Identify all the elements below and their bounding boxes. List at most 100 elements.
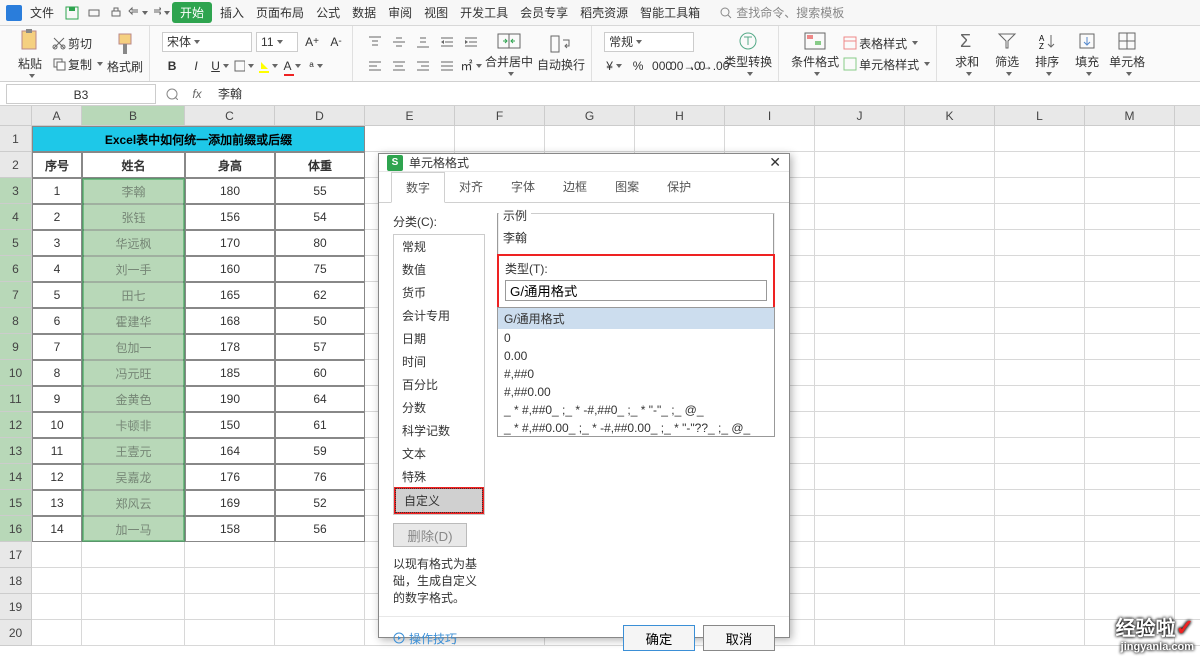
- dialog-tab-对齐[interactable]: 对齐: [445, 172, 497, 202]
- tab-start[interactable]: 开始: [172, 2, 212, 23]
- ok-button[interactable]: 确定: [623, 625, 695, 651]
- cell-M17[interactable]: [1085, 542, 1175, 568]
- dialog-tab-字体[interactable]: 字体: [497, 172, 549, 202]
- cell-J7[interactable]: [815, 282, 905, 308]
- format-option-5[interactable]: _ * #,##0_ ;_ * -#,##0_ ;_ * "-"_ ;_ @_: [498, 401, 774, 419]
- cell-C18[interactable]: [185, 568, 275, 594]
- row-header-6[interactable]: 6: [0, 256, 32, 282]
- cell-E1[interactable]: [365, 126, 455, 152]
- filter-button[interactable]: 筛选: [989, 31, 1025, 76]
- cell-C20[interactable]: [185, 620, 275, 646]
- cell-K1[interactable]: [905, 126, 995, 152]
- row-header-7[interactable]: 7: [0, 282, 32, 308]
- cell-N18[interactable]: [1175, 568, 1200, 594]
- cell-A13[interactable]: 11: [32, 438, 82, 464]
- fill-color-icon[interactable]: [258, 56, 278, 76]
- cell-K3[interactable]: [905, 178, 995, 204]
- cell-J19[interactable]: [815, 594, 905, 620]
- category-科学记数[interactable]: 科学记数: [394, 419, 484, 442]
- cell-N3[interactable]: [1175, 178, 1200, 204]
- cell-L20[interactable]: [995, 620, 1085, 646]
- cell-D19[interactable]: [275, 594, 365, 620]
- cell-K20[interactable]: [905, 620, 995, 646]
- col-header-N[interactable]: N: [1175, 106, 1200, 126]
- justify-icon[interactable]: [437, 56, 457, 76]
- cell-C5[interactable]: 170: [185, 230, 275, 256]
- cell-A10[interactable]: 8: [32, 360, 82, 386]
- cell-B10[interactable]: 冯元旺: [82, 360, 185, 386]
- cell-D4[interactable]: 54: [275, 204, 365, 230]
- cell-D16[interactable]: 56: [275, 516, 365, 542]
- cell-B3[interactable]: 李翰: [82, 178, 185, 204]
- cell-C17[interactable]: [185, 542, 275, 568]
- row-header-8[interactable]: 8: [0, 308, 32, 334]
- col-header-I[interactable]: I: [725, 106, 815, 126]
- cell-M10[interactable]: [1085, 360, 1175, 386]
- bold-icon[interactable]: B: [162, 56, 182, 76]
- cell-C13[interactable]: 164: [185, 438, 275, 464]
- col-header-K[interactable]: K: [905, 106, 995, 126]
- row-header-20[interactable]: 20: [0, 620, 32, 646]
- cell-C2[interactable]: 身高: [185, 152, 275, 178]
- cell-K13[interactable]: [905, 438, 995, 464]
- cell-M11[interactable]: [1085, 386, 1175, 412]
- cell-K8[interactable]: [905, 308, 995, 334]
- dialog-tab-边框[interactable]: 边框: [549, 172, 601, 202]
- cell-C8[interactable]: 168: [185, 308, 275, 334]
- row-header-16[interactable]: 16: [0, 516, 32, 542]
- menu-数据[interactable]: 数据: [346, 4, 382, 22]
- cell-H1[interactable]: [635, 126, 725, 152]
- cell-B6[interactable]: 刘一手: [82, 256, 185, 282]
- row-header-18[interactable]: 18: [0, 568, 32, 594]
- cell-B12[interactable]: 卡顿非: [82, 412, 185, 438]
- format-list[interactable]: G/通用格式00.00#,##0#,##0.00_ * #,##0_ ;_ * …: [497, 307, 775, 437]
- cell-N7[interactable]: [1175, 282, 1200, 308]
- save-icon[interactable]: [62, 3, 82, 23]
- format-option-6[interactable]: _ * #,##0.00_ ;_ * -#,##0.00_ ;_ * "-"??…: [498, 419, 774, 437]
- type-convert-button[interactable]: 类型转换: [724, 31, 772, 76]
- cell-M9[interactable]: [1085, 334, 1175, 360]
- cell-J17[interactable]: [815, 542, 905, 568]
- cell-D11[interactable]: 64: [275, 386, 365, 412]
- cell-C9[interactable]: 178: [185, 334, 275, 360]
- cell-C12[interactable]: 150: [185, 412, 275, 438]
- cancel-button[interactable]: 取消: [703, 625, 775, 651]
- percent-icon[interactable]: %: [628, 56, 648, 76]
- cell-N6[interactable]: [1175, 256, 1200, 282]
- col-header-C[interactable]: C: [185, 106, 275, 126]
- cell-B20[interactable]: [82, 620, 185, 646]
- cell-A8[interactable]: 6: [32, 308, 82, 334]
- cell-L9[interactable]: [995, 334, 1085, 360]
- cell-L8[interactable]: [995, 308, 1085, 334]
- name-box[interactable]: B3: [6, 84, 156, 104]
- cell-N13[interactable]: [1175, 438, 1200, 464]
- format-option-1[interactable]: 0: [498, 329, 774, 347]
- cell-A16[interactable]: 14: [32, 516, 82, 542]
- cell-L10[interactable]: [995, 360, 1085, 386]
- cell-A20[interactable]: [32, 620, 82, 646]
- cell-L3[interactable]: [995, 178, 1085, 204]
- cell-K9[interactable]: [905, 334, 995, 360]
- cell-L6[interactable]: [995, 256, 1085, 282]
- cell-J8[interactable]: [815, 308, 905, 334]
- cell-J3[interactable]: [815, 178, 905, 204]
- cell-D20[interactable]: [275, 620, 365, 646]
- category-特殊[interactable]: 特殊: [394, 465, 484, 488]
- col-header-J[interactable]: J: [815, 106, 905, 126]
- cell-D13[interactable]: 59: [275, 438, 365, 464]
- cell-M1[interactable]: [1085, 126, 1175, 152]
- cell-B19[interactable]: [82, 594, 185, 620]
- row-header-5[interactable]: 5: [0, 230, 32, 256]
- cell-B8[interactable]: 霍建华: [82, 308, 185, 334]
- cell-M2[interactable]: [1085, 152, 1175, 178]
- cell-J5[interactable]: [815, 230, 905, 256]
- cell-I1[interactable]: [725, 126, 815, 152]
- cell-N10[interactable]: [1175, 360, 1200, 386]
- cell-L15[interactable]: [995, 490, 1085, 516]
- wrap-text-button[interactable]: 自动换行: [537, 34, 585, 73]
- align-top-icon[interactable]: [365, 32, 385, 52]
- cell-L18[interactable]: [995, 568, 1085, 594]
- cell-K19[interactable]: [905, 594, 995, 620]
- italic-icon[interactable]: I: [186, 56, 206, 76]
- underline-icon[interactable]: U: [210, 56, 230, 76]
